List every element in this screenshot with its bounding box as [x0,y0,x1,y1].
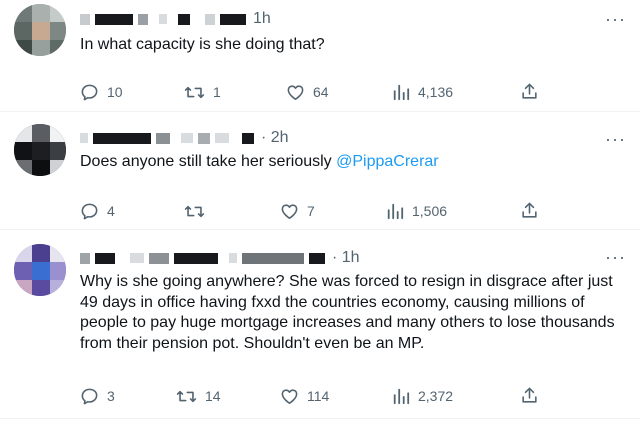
tweet-3[interactable]: · 1h ··· Why is she going anywhere? She … [0,230,640,422]
tweet-text: Why is she going anywhere? She was force… [80,272,628,354]
more-icon[interactable]: ··· [605,130,626,148]
like-button[interactable]: 114 [280,386,329,406]
views-count: 1,506 [412,203,448,219]
heart-icon [287,84,304,100]
share-icon [522,202,537,218]
tweet-1[interactable]: 1h ··· In what capacity is she doing tha… [0,0,640,108]
views-count: 4,136 [418,84,454,100]
timestamp[interactable]: · 2h [261,129,289,147]
views-chart-icon [393,84,410,101]
share-icon [522,83,537,99]
avatar[interactable] [14,4,66,56]
views-count: 2,372 [418,388,454,404]
tweet-text-content: In what capacity is she doing that? [80,36,325,53]
views-chart-icon [387,203,404,220]
share-button[interactable] [520,82,539,104]
reply-icon [81,388,98,404]
retweet-icon [184,205,205,217]
mention-link[interactable]: @PippaCrerar [336,153,439,170]
timestamp[interactable]: 1h [253,10,271,28]
reply-count: 4 [107,203,115,219]
heart-icon [281,203,298,219]
like-count: 114 [307,388,330,404]
timestamp[interactable]: · 1h [332,249,360,267]
avatar[interactable] [14,124,66,176]
tweet-text: In what capacity is she doing that? [80,35,628,56]
retweet-icon [176,390,197,402]
like-button[interactable]: 64 [286,82,329,102]
more-icon[interactable]: ··· [605,248,626,266]
retweet-icon [184,86,205,98]
retweet-button[interactable]: 1 [184,82,221,102]
tweet-text: Does anyone still take her seriously @Pi… [80,152,628,173]
views-chart-icon [393,388,410,405]
tweet-text-content: Does anyone still take her seriously [80,153,337,170]
divider [0,418,640,419]
author-name-redacted[interactable]: · 1h [80,249,360,267]
author-name-redacted[interactable]: 1h [80,10,271,28]
views-button[interactable]: 2,372 [392,386,453,406]
like-count: 64 [313,84,329,100]
reply-button[interactable]: 3 [80,386,115,406]
share-button[interactable] [520,386,539,408]
like-button[interactable]: 7 [280,201,315,221]
retweet-count: 14 [205,388,221,404]
retweet-button[interactable] [184,201,213,221]
avatar[interactable] [14,244,66,296]
like-count: 7 [307,203,315,219]
reply-button[interactable]: 4 [80,201,115,221]
more-icon[interactable]: ··· [605,10,626,28]
tweet-actions: 4 7 1,506 [80,201,550,221]
reply-count: 3 [107,388,115,404]
reply-icon [81,84,98,100]
reply-button[interactable]: 10 [80,82,123,102]
views-button[interactable]: 4,136 [392,82,453,102]
views-button[interactable]: 1,506 [386,201,447,221]
author-name-redacted[interactable]: · 2h [80,129,289,147]
reply-icon [81,203,98,219]
tweet-2[interactable]: · 2h ··· Does anyone still take her seri… [0,112,640,228]
reply-count: 10 [107,84,123,100]
retweet-button[interactable]: 14 [176,386,221,406]
share-button[interactable] [520,201,539,223]
retweet-count: 1 [213,84,221,100]
tweet-actions: 10 1 64 4,136 [80,82,550,102]
tweet-actions: 3 14 114 2,372 [80,386,550,406]
heart-icon [281,388,298,404]
tweet-text-content: Why is she going anywhere? She was force… [80,273,615,352]
share-icon [522,387,537,403]
